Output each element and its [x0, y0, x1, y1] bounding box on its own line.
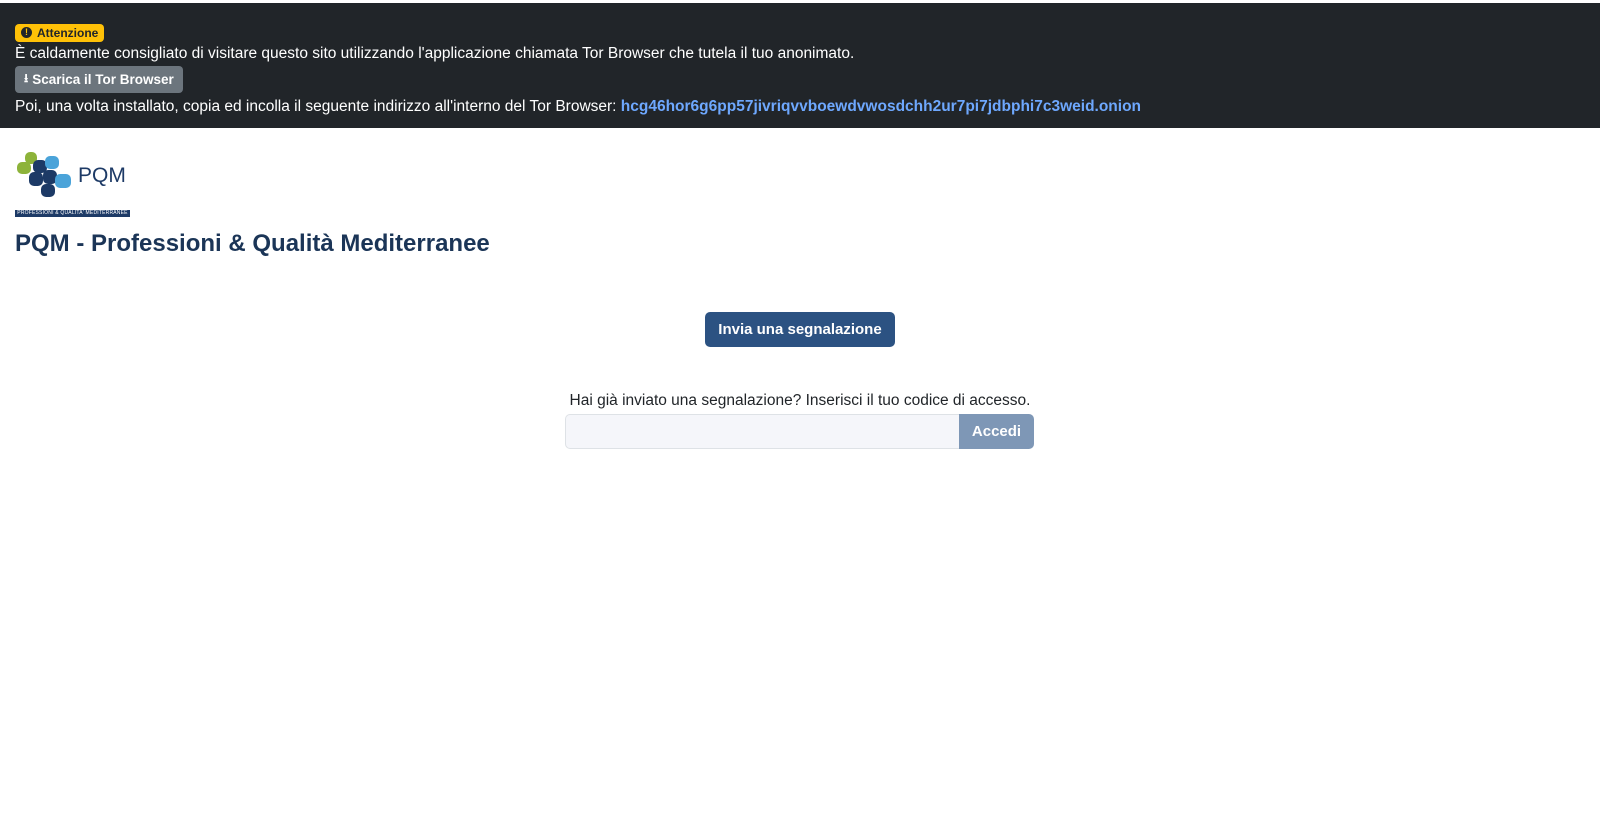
- warning-badge-label: Attenzione: [37, 25, 99, 40]
- warning-badge: ! Attenzione: [15, 23, 105, 42]
- onion-address-link[interactable]: hcg46hor6g6pp57jivriqvvboewdvwosdchh2ur7…: [621, 98, 1141, 115]
- download-tor-button-label: Scarica il Tor Browser: [32, 71, 174, 87]
- login-button[interactable]: Accedi: [959, 414, 1034, 449]
- pqm-logo-text: PQM: [78, 164, 126, 187]
- pqm-logo: PQM PROFESSIONI & QUALITA' MEDITERRANEE: [15, 150, 130, 218]
- access-code-label: Hai già inviato una segnalazione? Inseri…: [569, 392, 1031, 409]
- exclamation-icon: !: [21, 27, 32, 38]
- tor-instructions: Poi, una volta installato, copia ed inco…: [15, 97, 1585, 117]
- pqm-logo-caption: PROFESSIONI & QUALITA' MEDITERRANEE: [15, 210, 130, 217]
- tor-warning-message: È caldamente consigliato di visitare que…: [15, 44, 855, 62]
- page-title: PQM - Professioni & Qualità Mediterranee: [15, 230, 490, 257]
- tor-warning-banner: ! Attenzione È caldamente consigliato di…: [0, 3, 1600, 128]
- download-tor-button[interactable]: ⭳ Scarica il Tor Browser: [15, 65, 183, 93]
- pqm-logo-mark-icon: [17, 152, 71, 197]
- access-code-form: Accedi: [565, 414, 1034, 449]
- submit-report-button[interactable]: Invia una segnalazione: [705, 312, 895, 347]
- download-icon: ⭳: [24, 70, 29, 85]
- tor-instructions-text: Poi, una volta installato, copia ed inco…: [15, 97, 617, 115]
- access-code-input[interactable]: [565, 414, 959, 449]
